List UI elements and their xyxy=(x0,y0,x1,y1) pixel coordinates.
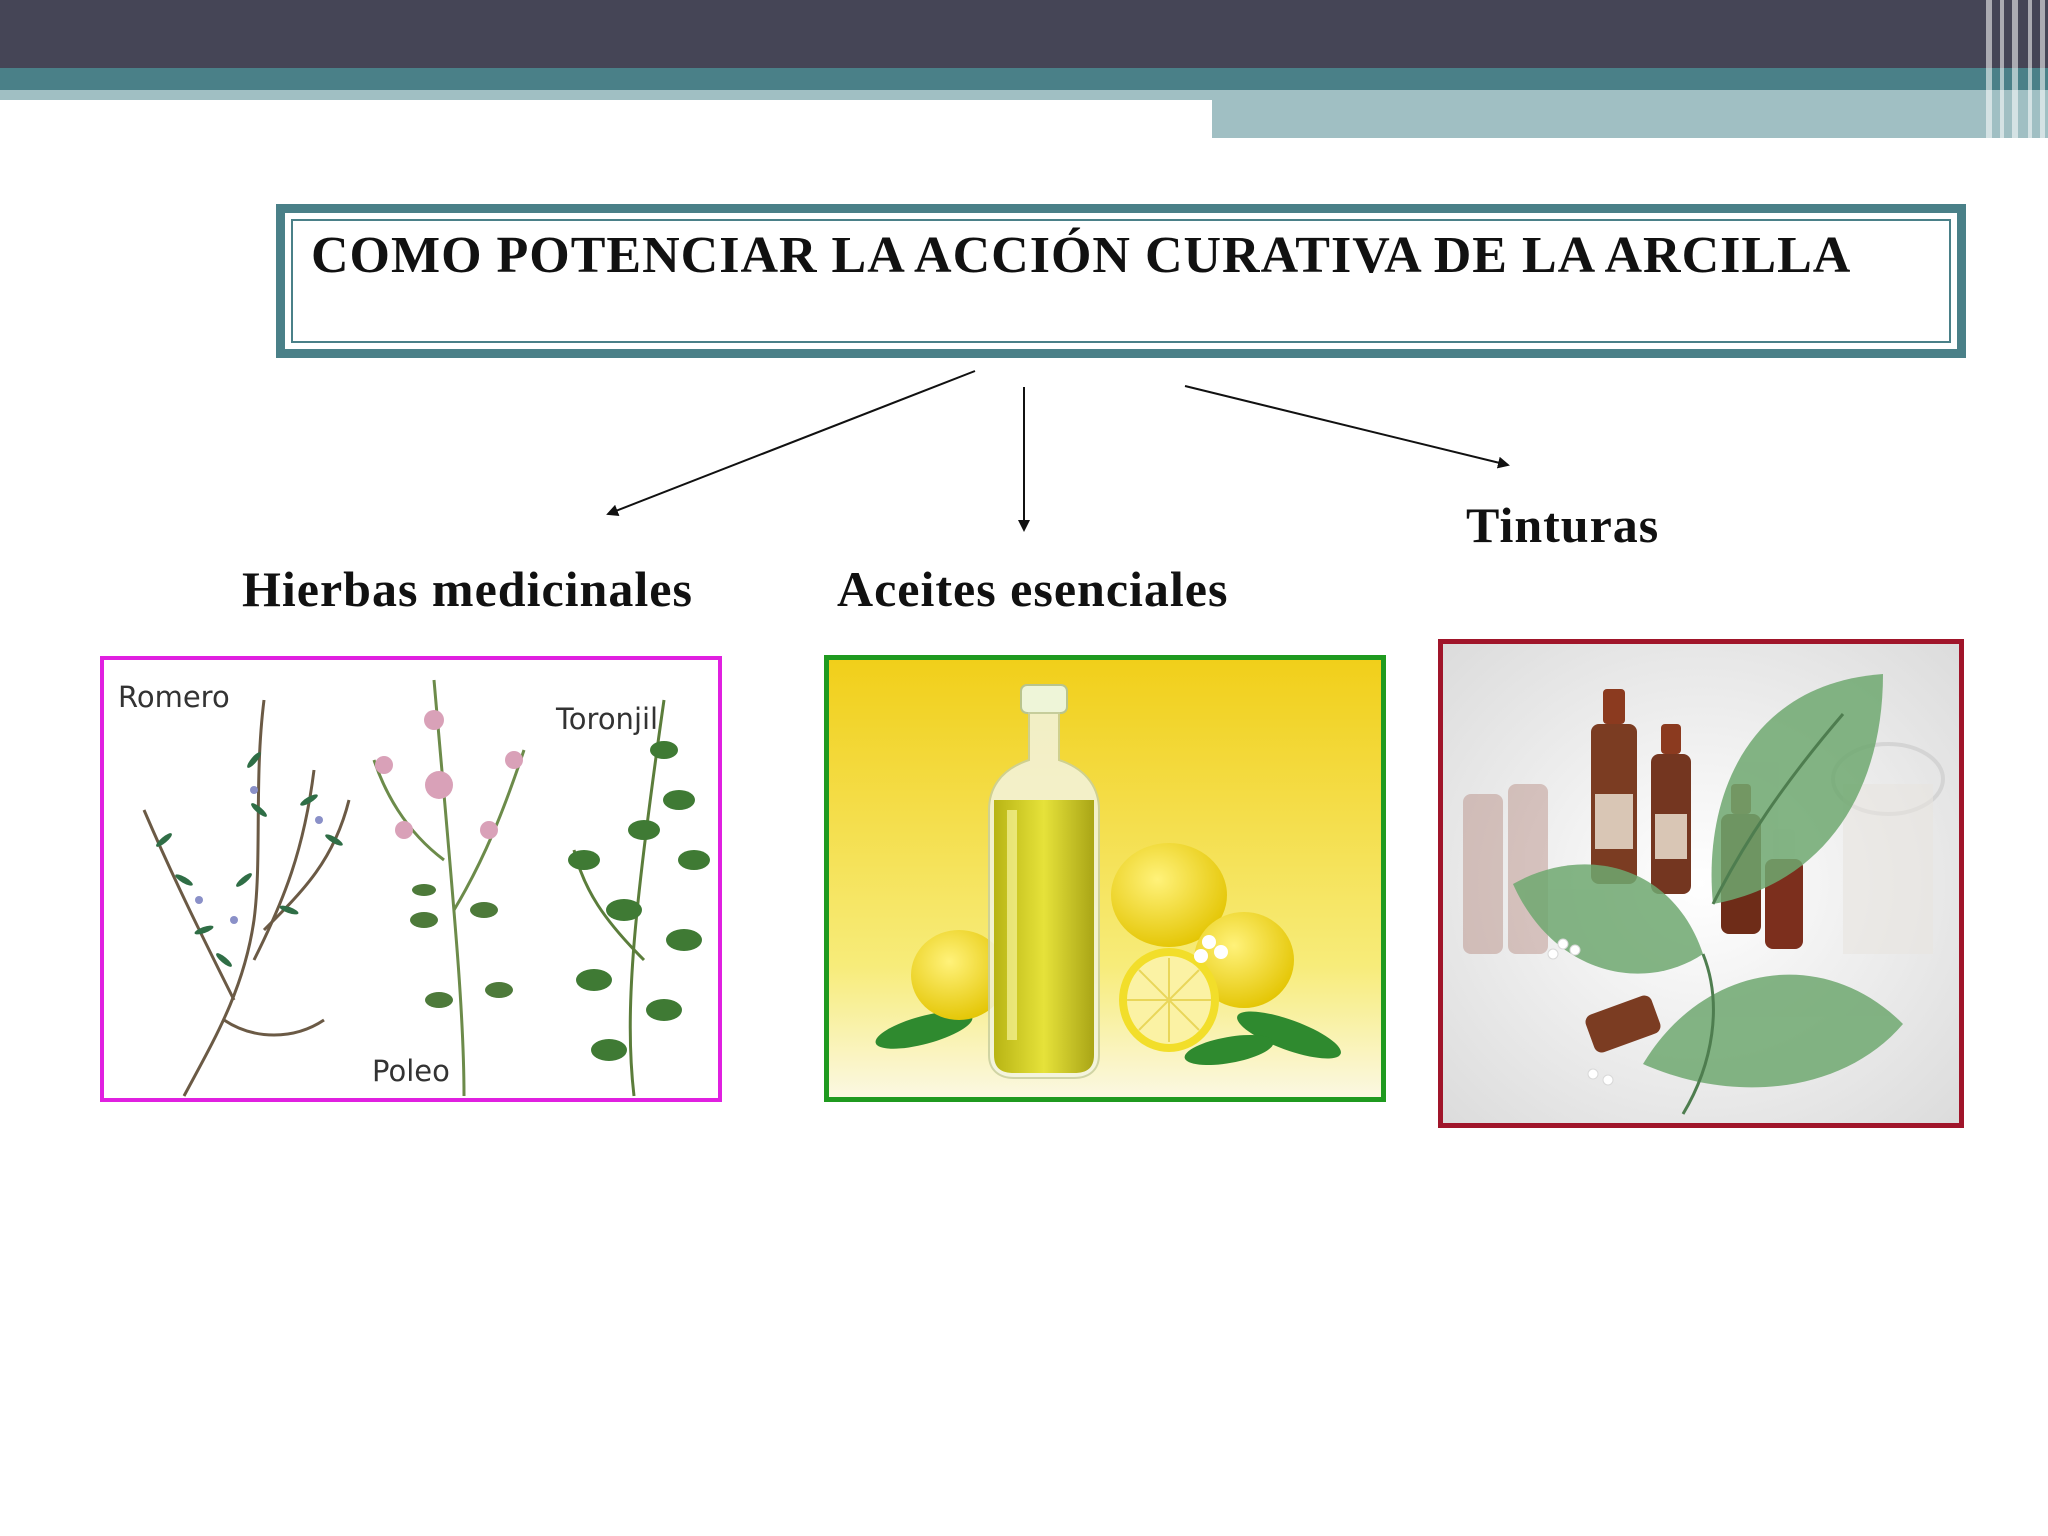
label-aceites: Aceites esenciales xyxy=(837,561,1229,617)
herbs-image: Romero Toronjil Poleo xyxy=(100,656,722,1102)
herb-label-toronjil: Toronjil xyxy=(556,702,659,736)
label-tinturas: Tinturas xyxy=(1466,497,1660,553)
label-hierbas: Hierbas medicinales xyxy=(242,561,693,617)
oil-bottle-illustration xyxy=(829,660,1381,1097)
tinctures-image xyxy=(1438,639,1964,1128)
tincture-bottles-illustration xyxy=(1443,644,1959,1123)
herb-label-poleo: Poleo xyxy=(372,1054,450,1088)
herb-label-romero: Romero xyxy=(118,680,230,714)
oils-image xyxy=(824,655,1386,1102)
arrow-to-herbs xyxy=(606,370,976,516)
arrow-to-tinctures xyxy=(1184,385,1510,469)
